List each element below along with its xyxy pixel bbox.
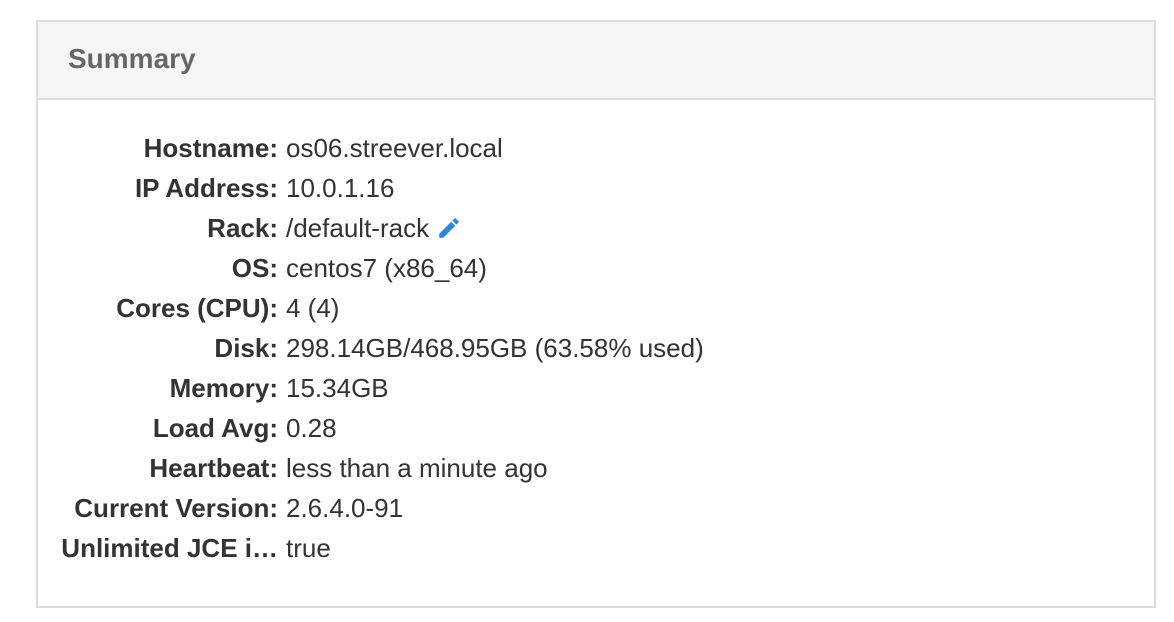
cores-label: Cores (CPU): (116, 292, 278, 323)
pencil-icon[interactable] (436, 215, 462, 241)
rack-value-container: /default-rack (278, 213, 462, 244)
current-version-label: Current Version: (74, 492, 278, 523)
rack-value: /default-rack (286, 212, 430, 243)
summary-row-current-version: Current Version: 2.6.4.0-91 (38, 488, 1154, 528)
summary-row-cores: Cores (CPU): 4 (4) (38, 288, 1154, 328)
disk-value: 298.14GB/468.95GB (63.58% used) (286, 332, 704, 363)
current-version-value: 2.6.4.0-91 (286, 492, 404, 523)
memory-label: Memory: (169, 372, 278, 403)
summary-row-ip-address: IP Address: 10.0.1.16 (38, 168, 1154, 208)
heartbeat-label: Heartbeat: (149, 452, 278, 483)
summary-panel-body: Hostname: os06.streever.local IP Address… (38, 100, 1154, 568)
os-label: OS: (231, 252, 278, 283)
ip-address-value: 10.0.1.16 (286, 172, 395, 203)
summary-row-memory: Memory: 15.34GB (38, 368, 1154, 408)
summary-panel-header: Summary (38, 22, 1154, 100)
memory-value: 15.34GB (286, 372, 389, 403)
summary-row-rack: Rack: /default-rack (38, 208, 1154, 248)
cores-value: 4 (4) (286, 292, 340, 323)
summary-row-load-avg: Load Avg: 0.28 (38, 408, 1154, 448)
unlimited-jce-value: true (286, 532, 331, 563)
load-avg-label: Load Avg: (152, 412, 278, 443)
ip-address-label: IP Address: (134, 172, 278, 203)
panel-title: Summary (68, 43, 196, 74)
summary-row-unlimited-jce: Unlimited JCE i… true (38, 528, 1154, 568)
os-value: centos7 (x86_64) (286, 252, 487, 283)
disk-label: Disk: (214, 332, 278, 363)
load-avg-value: 0.28 (286, 412, 337, 443)
summary-row-disk: Disk: 298.14GB/468.95GB (63.58% used) (38, 328, 1154, 368)
rack-label: Rack: (207, 212, 278, 243)
hostname-value: os06.streever.local (286, 132, 503, 163)
heartbeat-value: less than a minute ago (286, 452, 548, 483)
summary-panel: Summary Hostname: os06.streever.local IP… (36, 20, 1156, 608)
summary-row-heartbeat: Heartbeat: less than a minute ago (38, 448, 1154, 488)
hostname-label: Hostname: (143, 132, 278, 163)
summary-row-hostname: Hostname: os06.streever.local (38, 128, 1154, 168)
unlimited-jce-label: Unlimited JCE i… (61, 532, 278, 563)
summary-row-os: OS: centos7 (x86_64) (38, 248, 1154, 288)
